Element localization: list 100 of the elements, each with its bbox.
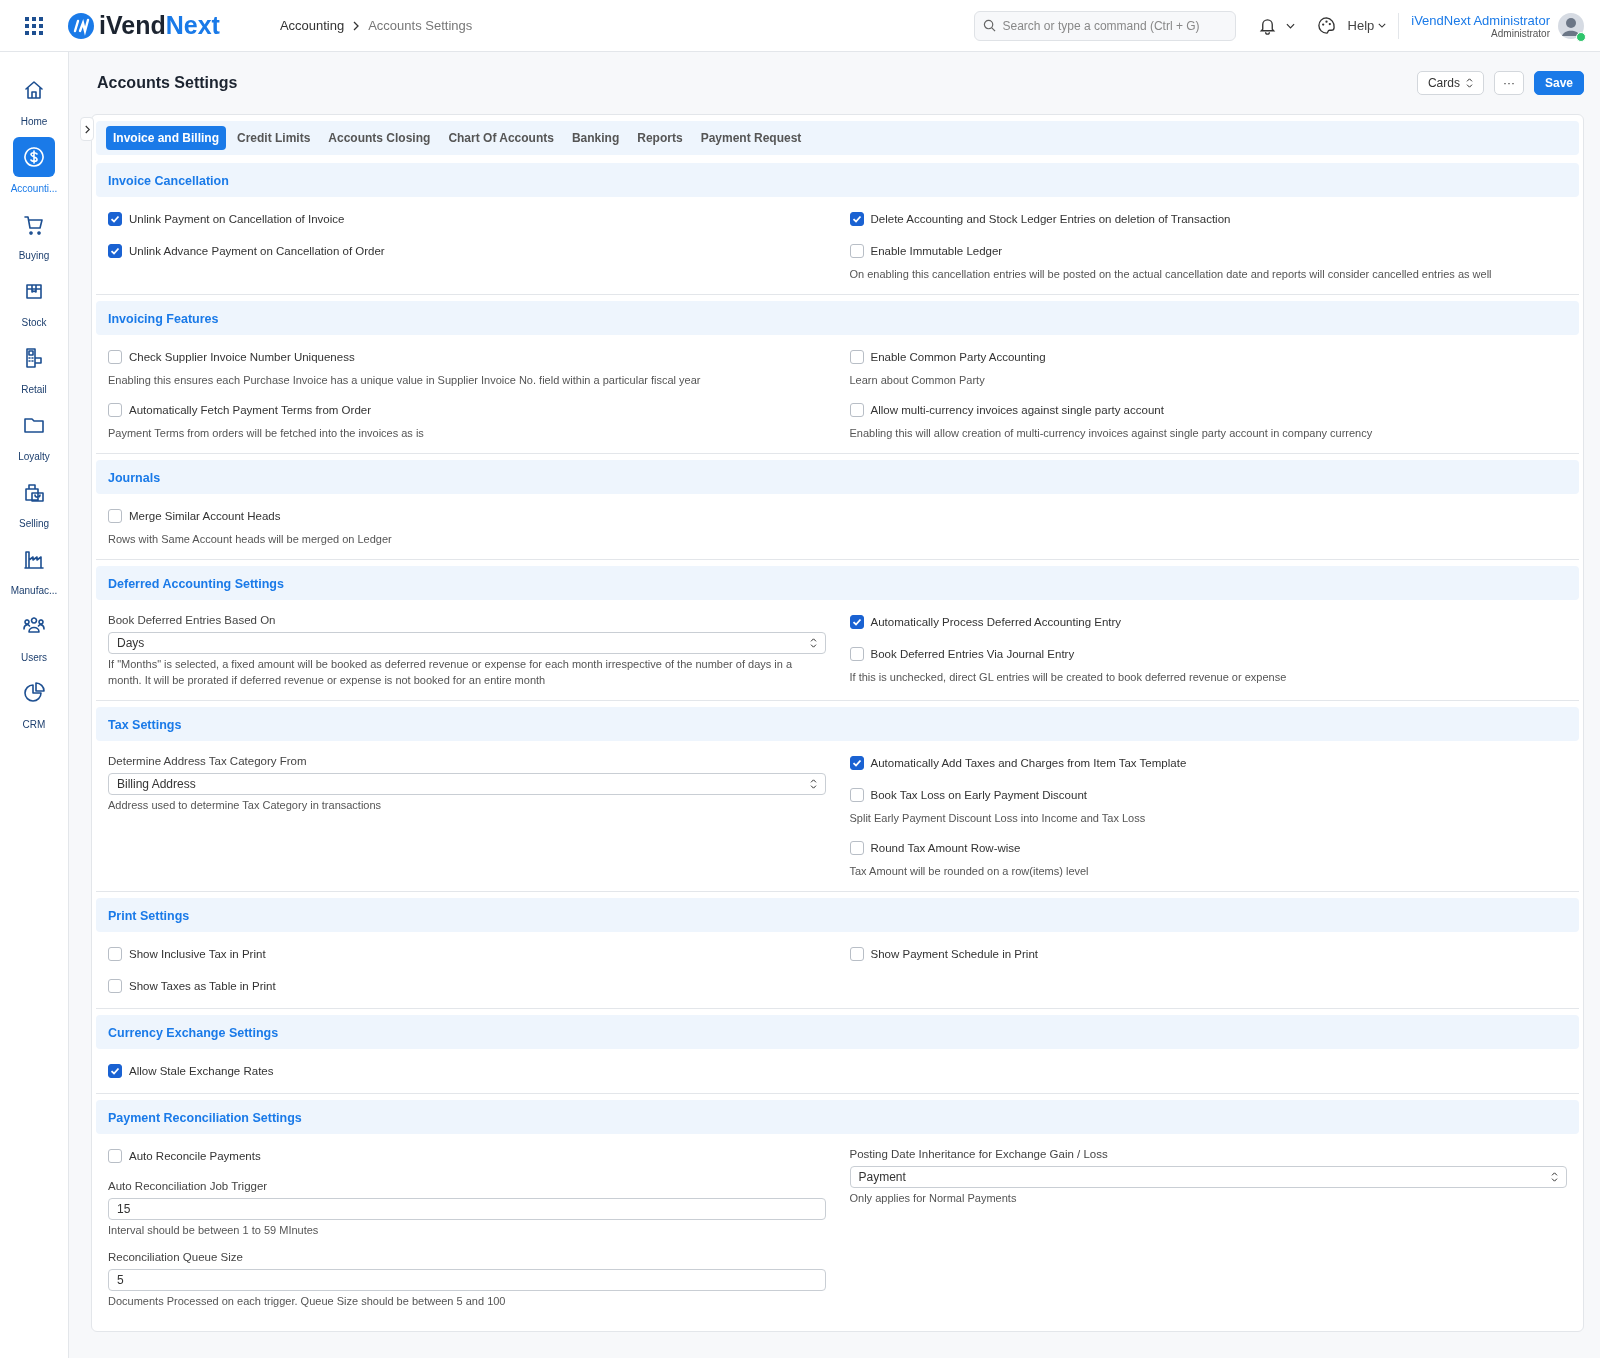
checkbox[interactable] <box>108 1063 122 1078</box>
sidebar-item[interactable]: Loyalty <box>0 405 68 462</box>
help-text: Interval should be between 1 to 59 MInutes <box>108 1222 320 1238</box>
tab[interactable]: Reports <box>630 126 690 150</box>
home-icon <box>22 78 46 102</box>
expand-sidebar-button[interactable] <box>80 117 94 141</box>
checkbox[interactable] <box>108 244 122 258</box>
checkbox[interactable] <box>849 212 864 226</box>
tab[interactable]: Accounts Closing <box>321 126 438 150</box>
help-text: Only applies for Normal Payments <box>849 1190 1018 1206</box>
help-text: Split Early Payment Discount Loss into Income and Tax Loss <box>849 810 1147 826</box>
section-title: Tax Settings <box>108 717 182 732</box>
section-title: Currency Exchange Settings <box>108 1025 279 1040</box>
chevron-down-icon[interactable] <box>1285 22 1295 29</box>
avatar-icon[interactable] <box>1558 12 1584 39</box>
section-title: Invoice Cancellation <box>108 174 229 188</box>
help-text: Rows with Same Account heads will be merged on Ledger <box>108 531 393 547</box>
sidebar-item[interactable]: Buying <box>0 204 68 261</box>
sidebar-item[interactable]: CRM <box>0 673 68 730</box>
select-field[interactable]: Payment <box>849 1165 1567 1188</box>
tab[interactable]: Credit Limits <box>230 126 318 150</box>
checkbox[interactable] <box>108 402 122 417</box>
checkbox-label[interactable]: Automatically Add Taxes and Charges from Item Tax Template <box>870 756 1187 769</box>
checkbox[interactable] <box>849 755 864 770</box>
checkbox-label[interactable]: Round Tax Amount Row-wise <box>870 841 1021 854</box>
breadcrumb-link[interactable]: Accounts Settings <box>368 18 473 33</box>
field-label: Auto Reconciliation Job Trigger <box>108 1179 269 1192</box>
tab[interactable]: Chart Of Accounts <box>441 126 561 150</box>
select-field[interactable]: Days <box>108 631 826 654</box>
checkbox[interactable] <box>108 946 122 961</box>
search-field[interactable]: Search or type a command (Ctrl + G) <box>973 10 1236 41</box>
checkbox-label[interactable]: Book Tax Loss on Early Payment Discount <box>870 788 1087 801</box>
checkbox-label[interactable]: Merge Similar Account Heads <box>129 509 281 522</box>
select-field[interactable]: Billing Address <box>108 772 826 795</box>
palette-icon[interactable] <box>1316 16 1336 35</box>
sidebar-item[interactable]: Users <box>0 606 68 663</box>
save-button[interactable]: Save <box>1533 71 1584 95</box>
more-options-button[interactable]: ··· <box>1493 71 1524 95</box>
field-label: Book Deferred Entries Based On <box>108 613 277 626</box>
help-text: Payment Terms from orders will be fetched into the invoices as is <box>108 425 425 441</box>
checkbox[interactable] <box>108 349 122 364</box>
field-label: Reconciliation Queue Size <box>108 1251 244 1264</box>
sidebar-item[interactable]: Manufac... <box>0 539 68 596</box>
sidebar-item[interactable]: Selling <box>0 472 68 529</box>
user-role: Administrator <box>1491 27 1550 39</box>
checkbox[interactable] <box>849 646 864 661</box>
help-text: Enabling this will allow creation of multi-currency invoices against single party account in company currency <box>849 425 1374 441</box>
app-grid-icon[interactable] <box>25 16 43 35</box>
user-name[interactable]: iVendNext Administrator <box>1411 12 1550 28</box>
sidebar-item[interactable]: Home <box>0 70 68 127</box>
checkbox-label[interactable]: Enable Immutable Ledger <box>870 245 1003 257</box>
chevron-down-icon <box>1378 23 1387 28</box>
checkbox-label[interactable]: Enable Common Party Accounting <box>870 350 1046 363</box>
sidebar-item[interactable]: Stock <box>0 271 68 328</box>
checkbox-label[interactable]: Delete Accounting and Stock Ledger Entries on deletion of Transaction <box>870 213 1231 225</box>
checkbox-label[interactable]: Auto Reconcile Payments <box>129 1149 261 1162</box>
help-menu-button[interactable]: Help <box>1347 12 1400 39</box>
checkbox[interactable] <box>849 349 864 364</box>
tab[interactable]: Payment Request <box>693 126 809 150</box>
tab[interactable]: Banking <box>564 126 627 150</box>
chevron-right-icon <box>83 124 91 134</box>
checkbox[interactable] <box>108 978 122 993</box>
dollar-icon <box>22 145 46 169</box>
section-title: Deferred Accounting Settings <box>108 576 284 591</box>
online-status-dot <box>1576 31 1586 42</box>
checkbox-label[interactable]: Unlink Payment on Cancellation of Invoice <box>129 213 345 225</box>
sidebar-item[interactable]: Retail <box>0 338 68 395</box>
checkbox-label[interactable]: Allow Stale Exchange Rates <box>129 1064 274 1077</box>
checkbox-label[interactable]: Check Supplier Invoice Number Uniqueness <box>129 350 355 363</box>
tab[interactable]: Invoice and Billing <box>106 126 226 150</box>
help-text: If "Months" is selected, a fixed amount will be booked as deferred revenue or expense for each month irrespective of the number of days in a month. It will be prorated if deferred revenue or expense is not booked for an entire month <box>108 656 794 688</box>
checkbox[interactable] <box>108 212 122 226</box>
checkbox-label[interactable]: Show Inclusive Tax in Print <box>129 947 266 960</box>
breadcrumb-link[interactable]: Accounting <box>279 18 345 33</box>
checkbox[interactable] <box>108 508 122 523</box>
input-field[interactable]: 15 <box>108 1197 826 1220</box>
checkbox[interactable] <box>849 402 864 417</box>
checkbox[interactable] <box>849 244 864 258</box>
checkbox-label[interactable]: Book Deferred Entries Via Journal Entry <box>870 647 1075 660</box>
checkmark-icon <box>109 213 121 225</box>
checkbox[interactable] <box>849 946 864 961</box>
checkbox-label[interactable]: Allow multi-currency invoices against single party account <box>870 403 1164 416</box>
checkbox-label[interactable]: Automatically Fetch Payment Terms from Order <box>129 403 371 416</box>
view-mode-button[interactable]: Cards <box>1416 71 1484 95</box>
checkbox[interactable] <box>108 1148 122 1163</box>
input-field[interactable]: 5 <box>108 1269 826 1292</box>
checkbox[interactable] <box>849 614 864 629</box>
checkbox-label[interactable]: Show Taxes as Table in Print <box>129 979 276 992</box>
checkbox[interactable] <box>849 840 864 855</box>
checkbox-label[interactable]: Unlink Advance Payment on Cancellation of Order <box>129 245 385 257</box>
checkbox[interactable] <box>849 787 864 802</box>
help-text: If this is unchecked, direct GL entries will be created to book deferred revenue or expense <box>849 669 1288 685</box>
checkmark-icon <box>109 245 121 257</box>
sidebar-item[interactable]: Accounti... <box>0 137 68 194</box>
section-title: Journals <box>108 470 161 485</box>
checkbox-label[interactable]: Show Payment Schedule in Print <box>870 947 1038 960</box>
logo-text: iVendNext <box>99 11 220 40</box>
checkbox-label[interactable]: Automatically Process Deferred Accounting Entry <box>870 615 1122 628</box>
help-text: Documents Processed on each trigger. Queue Size should be between 5 and 100 <box>108 1294 507 1310</box>
sort-arrows-icon <box>809 778 817 789</box>
